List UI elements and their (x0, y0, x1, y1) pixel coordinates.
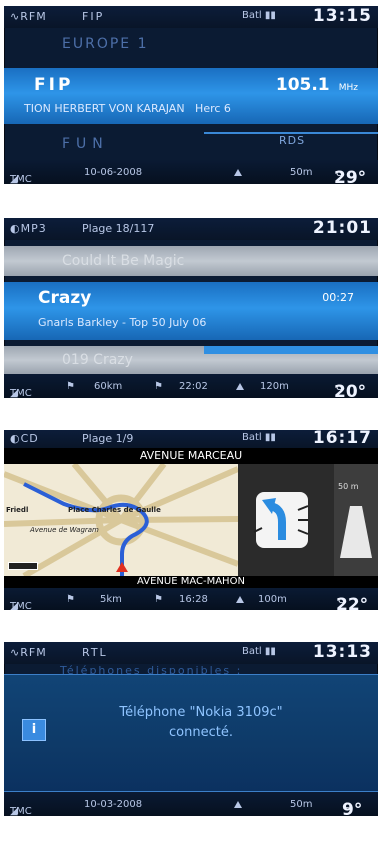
flag-icon: ⚑ (154, 381, 163, 392)
mp3-screen: ◐MP3 Plage 18/117 21:01 Could It Be Magi… (4, 218, 378, 398)
date: 10-06-2008 (84, 167, 143, 178)
status-bar: ∿RFM RTL Batl ▮▮ 13:13 (4, 642, 378, 664)
date: 10-03-2008 (84, 799, 143, 810)
audio-source: ∿RFM (10, 10, 47, 23)
flag-icon: ⚑ (66, 381, 75, 392)
distance-to-destination: 5km (100, 594, 122, 605)
disc-icon: ◐ (10, 432, 21, 445)
guidance-panel: 50 m (238, 464, 378, 576)
station-list-item-prev[interactable]: EUROPE 1 (4, 36, 378, 52)
footer-bar: ◢ TMC 10-06-2008 50m 29° c (4, 160, 378, 184)
map-label: Place Charles de Gaulle (68, 506, 161, 514)
distance-to-destination: 60km (94, 381, 123, 392)
vehicle-position-icon (116, 562, 128, 572)
footer-bar: ◢ TMC ⚑ 5km ⚑ 16:28 100m 22° c (4, 588, 378, 610)
radio-screen: ∿RFM FIP Batl ▮▮ 13:15 EUROPE 1 FIP 105.… (4, 6, 378, 184)
status-bar: ◐MP3 Plage 18/117 21:01 (4, 218, 378, 240)
lane-icon (340, 506, 372, 558)
clock: 16:17 (312, 430, 372, 448)
distance: 50m (290, 167, 313, 178)
signal-indicator: Batl ▮▮ (242, 646, 276, 657)
current-track: Crazy (38, 288, 92, 308)
phone-screen: ∿RFM RTL Batl ▮▮ 13:13 Téléphones dispon… (4, 642, 378, 816)
signal-bars-icon: ▮▮ (264, 432, 276, 443)
distance: 120m (260, 381, 289, 392)
disc-icon: ◐ (10, 222, 21, 235)
signal-indicator: Batl ▮▮ (242, 432, 276, 443)
signal-bars-icon: ▮▮ (264, 10, 276, 21)
audio-source: ∿RFM (10, 646, 47, 659)
arrival-time: 16:28 (179, 594, 208, 605)
radio-wave-icon: ∿ (10, 10, 21, 23)
message-dialog: i Téléphone "Nokia 3109c" connecté. (4, 674, 378, 792)
map-label: Friedl (6, 506, 29, 514)
station-header: FIP (82, 10, 105, 23)
message-line-1: Téléphone "Nokia 3109c" (119, 705, 283, 720)
rds-indicator: RDS (279, 134, 306, 147)
signal-indicator: Batl ▮▮ (242, 10, 276, 21)
track-list-item-prev[interactable]: Could It Be Magic (4, 246, 378, 276)
flag-icon: ⚑ (66, 594, 75, 605)
map-label: Avenue de Wagram (30, 526, 99, 534)
frequency: 105.1 MHz (275, 75, 358, 95)
clock: 13:15 (312, 6, 372, 26)
status-bar: ∿RFM FIP Batl ▮▮ 13:15 (4, 6, 378, 28)
footer-bar: ◢ TMC ⚑ 60km ⚑ 22:02 120m 20° c (4, 374, 378, 398)
distance: 100m (258, 594, 287, 605)
track-header: Plage 18/117 (82, 222, 155, 235)
radio-wave-icon: ∿ (10, 646, 21, 659)
audio-source: ◐MP3 (10, 222, 47, 235)
map-scale (8, 562, 38, 570)
track-list-divider (204, 346, 378, 354)
map-view[interactable]: Friedl Place Charles de Gaulle Avenue de… (4, 464, 238, 576)
lane-panel: 50 m (334, 464, 378, 576)
footer-bar: ◢ TMC 10-03-2008 50m 9° c (4, 792, 378, 816)
current-station: FIP (34, 75, 74, 95)
turn-arrow-icon (253, 492, 309, 548)
altitude-arrow-icon (236, 596, 244, 603)
radiotext: TION HERBERT VON KARAJAN Herc 6 (24, 102, 231, 115)
track-list-item-selected[interactable]: Crazy 00:27 Gnarls Barkley - Top 50 July… (4, 282, 378, 340)
lane-distance: 50 m (338, 482, 359, 491)
elapsed-time: 00:27 (322, 291, 354, 304)
altitude-arrow-icon (236, 383, 244, 390)
distance: 50m (290, 799, 313, 810)
station-list-item-selected[interactable]: FIP 105.1 MHz TION HERBERT VON KARAJAN H… (4, 68, 378, 124)
status-bar: ◐CD Plage 1/9 Batl ▮▮ 16:17 (4, 430, 378, 448)
station-header: RTL (82, 646, 108, 659)
track-header: Plage 1/9 (82, 432, 134, 445)
artist-album: Gnarls Barkley - Top 50 July 06 (38, 316, 207, 329)
station-list-item-next[interactable]: FUN (4, 136, 378, 152)
flag-icon: ⚑ (154, 594, 163, 605)
altitude-arrow-icon (234, 801, 242, 808)
map-roads (4, 464, 238, 576)
signal-bars-icon: ▮▮ (264, 646, 276, 657)
audio-source: ◐CD (10, 432, 39, 445)
arrival-time: 22:02 (179, 381, 208, 392)
next-street-banner: AVENUE MAC-MAHON (4, 576, 378, 588)
current-street-banner: AVENUE MARCEAU (4, 448, 378, 464)
clock: 21:01 (312, 218, 372, 238)
altitude-arrow-icon (234, 169, 242, 176)
message-line-2: connecté. (169, 725, 233, 740)
clock: 13:13 (312, 642, 372, 662)
navigation-screen: ◐CD Plage 1/9 Batl ▮▮ 16:17 AVENUE MARCE… (4, 430, 378, 610)
